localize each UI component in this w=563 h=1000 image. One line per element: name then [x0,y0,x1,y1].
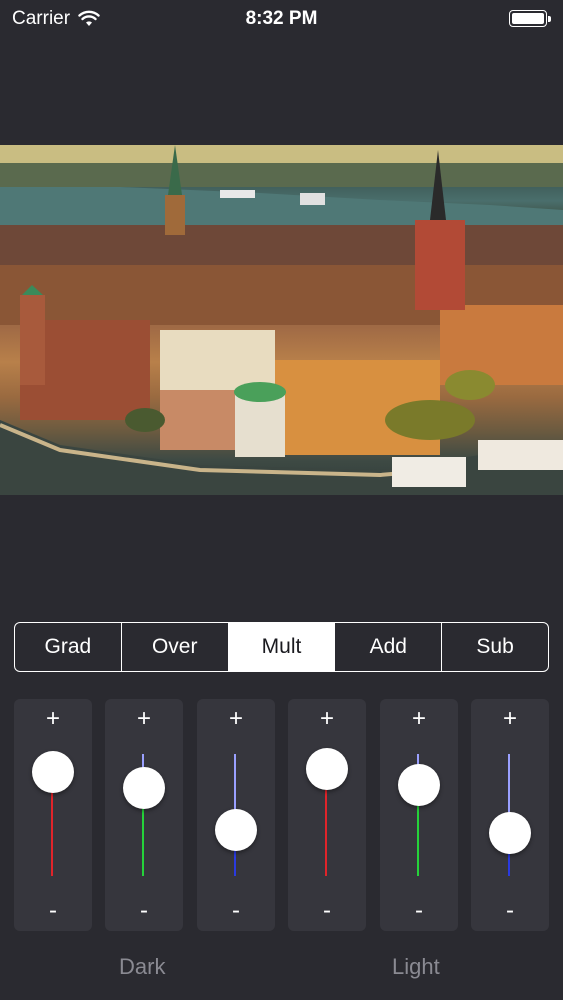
light-group-label: Light [392,954,440,979]
light-red-slider[interactable]: + - [288,699,366,931]
slider-thumb[interactable] [215,808,257,851]
light-green-slider[interactable]: + - [380,699,458,931]
preview-photo [0,145,563,495]
segment-mult[interactable]: Mult [228,623,336,671]
increase-icon[interactable]: + [380,705,458,733]
slider-thumb[interactable] [123,767,165,810]
city-photo-illustration [0,145,563,495]
decrease-icon[interactable]: - [105,897,183,925]
slider-thumb[interactable] [306,747,348,790]
status-bar: Carrier 8:32 PM [0,0,563,38]
increase-icon[interactable]: + [105,705,183,733]
status-time: 8:32 PM [245,8,318,29]
decrease-icon[interactable]: - [471,897,549,925]
increase-icon[interactable]: + [14,705,92,733]
battery-icon [509,10,551,27]
segment-over[interactable]: Over [122,623,229,671]
dark-blue-slider[interactable]: + - [197,699,275,931]
slider-thumb[interactable] [398,763,440,806]
slider-thumb[interactable] [32,751,74,794]
segment-sub[interactable]: Sub [442,623,548,671]
dark-red-slider[interactable]: + - [14,699,92,931]
decrease-icon[interactable]: - [14,897,92,925]
increase-icon[interactable]: + [288,705,366,733]
segment-add[interactable]: Add [335,623,443,671]
dark-group-label: Dark [119,954,166,979]
blend-mode-segmented-control[interactable]: Grad Over Mult Add Sub [14,622,549,672]
decrease-icon[interactable]: - [380,897,458,925]
increase-icon[interactable]: + [197,705,275,733]
light-blue-slider[interactable]: + - [471,699,549,931]
dark-green-slider[interactable]: + - [105,699,183,931]
decrease-icon[interactable]: - [288,897,366,925]
decrease-icon[interactable]: - [197,897,275,925]
slider-thumb[interactable] [489,812,531,855]
segment-grad[interactable]: Grad [15,623,122,671]
increase-icon[interactable]: + [471,705,549,733]
